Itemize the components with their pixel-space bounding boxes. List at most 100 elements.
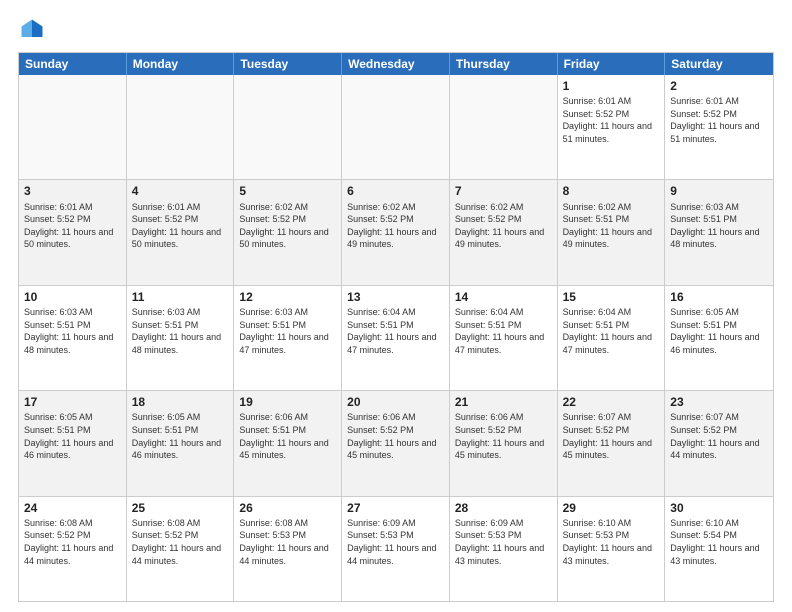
- day-number: 16: [670, 289, 768, 305]
- calendar-cell: [19, 75, 127, 179]
- logo-icon: [18, 16, 46, 44]
- calendar-cell: 8 Sunrise: 6:02 AMSunset: 5:51 PMDaylight…: [558, 180, 666, 284]
- cell-info: Sunrise: 6:08 AMSunset: 5:52 PMDaylight:…: [24, 517, 121, 567]
- calendar-cell: 28Sunrise: 6:09 AMSunset: 5:53 PMDayligh…: [450, 497, 558, 601]
- day-number: 21: [455, 394, 552, 410]
- day-number: 8: [563, 183, 660, 199]
- cell-info: Sunrise: 6:02 AMSunset: 5:52 PMDaylight:…: [347, 201, 444, 251]
- week-row-4: 17Sunrise: 6:05 AMSunset: 5:51 PMDayligh…: [19, 390, 773, 495]
- day-number: 10: [24, 289, 121, 305]
- day-number: 20: [347, 394, 444, 410]
- day-number: 26: [239, 500, 336, 516]
- cell-info: Sunrise: 6:03 AMSunset: 5:51 PMDaylight:…: [24, 306, 121, 356]
- calendar-cell: 19Sunrise: 6:06 AMSunset: 5:51 PMDayligh…: [234, 391, 342, 495]
- header-sunday: Sunday: [19, 53, 127, 75]
- calendar-body: 1Sunrise: 6:01 AMSunset: 5:52 PMDaylight…: [19, 75, 773, 601]
- cell-info: Sunrise: 6:02 AMSunset: 5:51 PMDaylight:…: [563, 201, 660, 251]
- calendar-cell: 27Sunrise: 6:09 AMSunset: 5:53 PMDayligh…: [342, 497, 450, 601]
- header-friday: Friday: [558, 53, 666, 75]
- day-number: 3: [24, 183, 121, 199]
- calendar-cell: 9 Sunrise: 6:03 AMSunset: 5:51 PMDaylight…: [665, 180, 773, 284]
- day-number: 5: [239, 183, 336, 199]
- calendar-cell: 23Sunrise: 6:07 AMSunset: 5:52 PMDayligh…: [665, 391, 773, 495]
- day-number: 14: [455, 289, 552, 305]
- cell-info: Sunrise: 6:01 AMSunset: 5:52 PMDaylight:…: [24, 201, 121, 251]
- calendar-cell: 5 Sunrise: 6:02 AMSunset: 5:52 PMDaylight…: [234, 180, 342, 284]
- calendar-cell: 2Sunrise: 6:01 AMSunset: 5:52 PMDaylight…: [665, 75, 773, 179]
- cell-info: Sunrise: 6:09 AMSunset: 5:53 PMDaylight:…: [455, 517, 552, 567]
- header-wednesday: Wednesday: [342, 53, 450, 75]
- calendar-cell: 29Sunrise: 6:10 AMSunset: 5:53 PMDayligh…: [558, 497, 666, 601]
- calendar-cell: 17Sunrise: 6:05 AMSunset: 5:51 PMDayligh…: [19, 391, 127, 495]
- cell-info: Sunrise: 6:01 AMSunset: 5:52 PMDaylight:…: [670, 95, 768, 145]
- calendar-cell: 18Sunrise: 6:05 AMSunset: 5:51 PMDayligh…: [127, 391, 235, 495]
- day-number: 12: [239, 289, 336, 305]
- day-number: 28: [455, 500, 552, 516]
- week-row-5: 24Sunrise: 6:08 AMSunset: 5:52 PMDayligh…: [19, 496, 773, 601]
- day-number: 17: [24, 394, 121, 410]
- cell-info: Sunrise: 6:06 AMSunset: 5:52 PMDaylight:…: [347, 411, 444, 461]
- day-number: 30: [670, 500, 768, 516]
- calendar-cell: 25Sunrise: 6:08 AMSunset: 5:52 PMDayligh…: [127, 497, 235, 601]
- day-number: 4: [132, 183, 229, 199]
- calendar-cell: 14Sunrise: 6:04 AMSunset: 5:51 PMDayligh…: [450, 286, 558, 390]
- day-number: 23: [670, 394, 768, 410]
- cell-info: Sunrise: 6:10 AMSunset: 5:53 PMDaylight:…: [563, 517, 660, 567]
- day-number: 2: [670, 78, 768, 94]
- cell-info: Sunrise: 6:05 AMSunset: 5:51 PMDaylight:…: [132, 411, 229, 461]
- calendar-cell: 3 Sunrise: 6:01 AMSunset: 5:52 PMDaylight…: [19, 180, 127, 284]
- cell-info: Sunrise: 6:05 AMSunset: 5:51 PMDaylight:…: [670, 306, 768, 356]
- cell-info: Sunrise: 6:02 AMSunset: 5:52 PMDaylight:…: [455, 201, 552, 251]
- calendar-cell: 12Sunrise: 6:03 AMSunset: 5:51 PMDayligh…: [234, 286, 342, 390]
- calendar-cell: 21Sunrise: 6:06 AMSunset: 5:52 PMDayligh…: [450, 391, 558, 495]
- day-number: 13: [347, 289, 444, 305]
- calendar-cell: 13Sunrise: 6:04 AMSunset: 5:51 PMDayligh…: [342, 286, 450, 390]
- day-number: 9: [670, 183, 768, 199]
- day-number: 1: [563, 78, 660, 94]
- cell-info: Sunrise: 6:04 AMSunset: 5:51 PMDaylight:…: [563, 306, 660, 356]
- calendar-cell: 6 Sunrise: 6:02 AMSunset: 5:52 PMDaylight…: [342, 180, 450, 284]
- cell-info: Sunrise: 6:01 AMSunset: 5:52 PMDaylight:…: [132, 201, 229, 251]
- cell-info: Sunrise: 6:01 AMSunset: 5:52 PMDaylight:…: [563, 95, 660, 145]
- calendar-cell: 7Sunrise: 6:02 AMSunset: 5:52 PMDaylight…: [450, 180, 558, 284]
- cell-info: Sunrise: 6:03 AMSunset: 5:51 PMDaylight:…: [132, 306, 229, 356]
- calendar-cell: 10Sunrise: 6:03 AMSunset: 5:51 PMDayligh…: [19, 286, 127, 390]
- calendar-cell: 11Sunrise: 6:03 AMSunset: 5:51 PMDayligh…: [127, 286, 235, 390]
- week-row-2: 3 Sunrise: 6:01 AMSunset: 5:52 PMDaylight…: [19, 179, 773, 284]
- calendar-cell: 24Sunrise: 6:08 AMSunset: 5:52 PMDayligh…: [19, 497, 127, 601]
- cell-info: Sunrise: 6:03 AMSunset: 5:51 PMDaylight:…: [239, 306, 336, 356]
- day-number: 29: [563, 500, 660, 516]
- day-number: 6: [347, 183, 444, 199]
- header-saturday: Saturday: [665, 53, 773, 75]
- calendar-cell: 26Sunrise: 6:08 AMSunset: 5:53 PMDayligh…: [234, 497, 342, 601]
- calendar-cell: 15Sunrise: 6:04 AMSunset: 5:51 PMDayligh…: [558, 286, 666, 390]
- calendar-cell: [127, 75, 235, 179]
- cell-info: Sunrise: 6:07 AMSunset: 5:52 PMDaylight:…: [563, 411, 660, 461]
- calendar-cell: [234, 75, 342, 179]
- cell-info: Sunrise: 6:04 AMSunset: 5:51 PMDaylight:…: [455, 306, 552, 356]
- calendar-header: Sunday Monday Tuesday Wednesday Thursday…: [19, 53, 773, 75]
- cell-info: Sunrise: 6:03 AMSunset: 5:51 PMDaylight:…: [670, 201, 768, 251]
- calendar-cell: 20Sunrise: 6:06 AMSunset: 5:52 PMDayligh…: [342, 391, 450, 495]
- cell-info: Sunrise: 6:05 AMSunset: 5:51 PMDaylight:…: [24, 411, 121, 461]
- day-number: 27: [347, 500, 444, 516]
- header: [18, 16, 774, 44]
- cell-info: Sunrise: 6:09 AMSunset: 5:53 PMDaylight:…: [347, 517, 444, 567]
- logo: [18, 16, 50, 44]
- day-number: 15: [563, 289, 660, 305]
- header-monday: Monday: [127, 53, 235, 75]
- calendar-cell: [450, 75, 558, 179]
- cell-info: Sunrise: 6:08 AMSunset: 5:53 PMDaylight:…: [239, 517, 336, 567]
- calendar-cell: 30Sunrise: 6:10 AMSunset: 5:54 PMDayligh…: [665, 497, 773, 601]
- day-number: 25: [132, 500, 229, 516]
- page: Sunday Monday Tuesday Wednesday Thursday…: [0, 0, 792, 612]
- cell-info: Sunrise: 6:06 AMSunset: 5:51 PMDaylight:…: [239, 411, 336, 461]
- cell-info: Sunrise: 6:02 AMSunset: 5:52 PMDaylight:…: [239, 201, 336, 251]
- cell-info: Sunrise: 6:06 AMSunset: 5:52 PMDaylight:…: [455, 411, 552, 461]
- header-thursday: Thursday: [450, 53, 558, 75]
- week-row-1: 1Sunrise: 6:01 AMSunset: 5:52 PMDaylight…: [19, 75, 773, 179]
- calendar-cell: 22Sunrise: 6:07 AMSunset: 5:52 PMDayligh…: [558, 391, 666, 495]
- calendar-cell: 4 Sunrise: 6:01 AMSunset: 5:52 PMDaylight…: [127, 180, 235, 284]
- calendar-cell: [342, 75, 450, 179]
- day-number: 19: [239, 394, 336, 410]
